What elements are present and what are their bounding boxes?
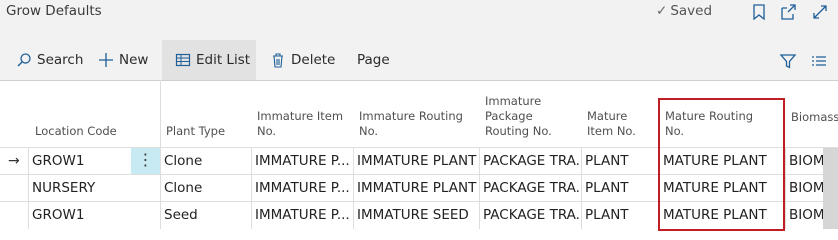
- search-button[interactable]: Search: [16, 40, 83, 80]
- plus-icon: [99, 53, 113, 67]
- save-status: ✓ Saved: [656, 3, 712, 19]
- column-header-immature-package-routing-no[interactable]: Immature Package Routing No.: [485, 80, 552, 146]
- column-header-mature-item-no[interactable]: Mature Item No.: [587, 80, 636, 146]
- column-header-immature-routing-line2: No.: [359, 124, 379, 138]
- cell-biomass[interactable]: BIOM: [789, 175, 823, 201]
- cell-plant-type[interactable]: Clone: [164, 148, 249, 174]
- search-button-label: Search: [37, 52, 84, 68]
- column-header-plant-type[interactable]: Plant Type: [166, 80, 225, 146]
- cell-biomass[interactable]: BIOM: [789, 202, 823, 228]
- column-divider: [785, 148, 786, 229]
- page-title: Grow Defaults: [6, 3, 102, 19]
- cell-biomass[interactable]: BIOM: [789, 148, 823, 174]
- column-header-immature-routing-line1: Immature Routing: [359, 109, 463, 123]
- cell-immature-package-routing-no[interactable]: PACKAGE TRA...: [483, 148, 580, 174]
- cell-location-code[interactable]: GROW1: [32, 202, 128, 228]
- expand-icon[interactable]: [810, 2, 830, 22]
- edit-list-button[interactable]: Edit List: [162, 40, 256, 80]
- cell-location-code[interactable]: GROW1: [32, 148, 128, 174]
- cell-immature-package-routing-no[interactable]: PACKAGE TRA...: [483, 202, 580, 228]
- cell-location-code[interactable]: NURSERY: [32, 175, 128, 201]
- row-selected-arrow-icon: →: [8, 153, 20, 169]
- list-view-icon[interactable]: [810, 52, 828, 70]
- column-divider: [251, 148, 252, 229]
- cell-mature-item-no[interactable]: PLANT: [585, 148, 658, 174]
- search-icon: [17, 53, 31, 67]
- column-header-immature-pkg-line3: Routing No.: [485, 124, 552, 138]
- page-menu-button[interactable]: Page: [357, 40, 390, 80]
- column-header-immature-routing-no[interactable]: Immature Routing No.: [359, 80, 463, 146]
- column-header-immature-item-no[interactable]: Immature Item No.: [257, 80, 343, 146]
- cell-mature-item-no[interactable]: PLANT: [585, 175, 658, 201]
- filter-icon[interactable]: [779, 52, 797, 70]
- column-header-immature-pkg-line2: Package: [485, 109, 533, 123]
- column-header-location-code-label: Location Code: [35, 124, 117, 138]
- trash-icon: [273, 53, 283, 68]
- column-divider: [581, 148, 582, 229]
- cell-immature-item-no[interactable]: IMMATURE P...: [255, 148, 352, 174]
- cell-immature-routing-no[interactable]: IMMATURE PLANT: [357, 175, 478, 201]
- cell-immature-item-no[interactable]: IMMATURE P...: [255, 202, 352, 228]
- column-divider: [28, 148, 29, 229]
- open-new-window-icon[interactable]: [778, 2, 798, 22]
- title-bar: Grow Defaults ✓ Saved: [0, 0, 838, 40]
- cell-immature-package-routing-no[interactable]: PACKAGE TRA...: [483, 175, 580, 201]
- edit-list-button-label: Edit List: [196, 52, 251, 68]
- check-icon: ✓: [656, 3, 668, 19]
- column-header-immature-item-line2: No.: [257, 124, 277, 138]
- new-button-label: New: [119, 52, 149, 68]
- grow-defaults-grid: Location Code Plant Type Immature Item N…: [0, 80, 838, 231]
- mature-routing-highlight-box: [658, 98, 785, 231]
- action-bar: Search New Edit List Delete Page: [0, 40, 838, 81]
- page-menu-label: Page: [357, 52, 390, 68]
- column-header-mature-item-line2: Item No.: [587, 124, 636, 138]
- cell-immature-routing-no[interactable]: IMMATURE SEED: [357, 202, 478, 228]
- vertical-scrollbar[interactable]: [823, 148, 838, 229]
- column-divider: [160, 80, 161, 229]
- cell-immature-routing-no[interactable]: IMMATURE PLANT: [357, 148, 478, 174]
- column-header-immature-item-line1: Immature Item: [257, 109, 344, 123]
- cell-plant-type[interactable]: Seed: [164, 202, 249, 228]
- save-status-label: Saved: [670, 3, 713, 19]
- column-header-plant-type-label: Plant Type: [166, 124, 226, 138]
- column-header-mature-item-line1: Mature: [587, 109, 628, 123]
- column-header-location-code[interactable]: Location Code: [35, 80, 117, 146]
- cell-immature-item-no[interactable]: IMMATURE P...: [255, 175, 352, 201]
- delete-button[interactable]: Delete: [270, 40, 335, 80]
- delete-button-label: Delete: [291, 52, 336, 68]
- new-button[interactable]: New: [98, 40, 148, 80]
- column-divider: [479, 148, 480, 229]
- cell-plant-type[interactable]: Clone: [164, 175, 249, 201]
- column-header-biomass-label: Biomass: [791, 110, 838, 124]
- column-header-immature-pkg-line1: Immature: [485, 94, 542, 108]
- row-actions-menu-icon[interactable]: ⋮: [131, 148, 160, 174]
- cell-mature-item-no[interactable]: PLANT: [585, 202, 658, 228]
- bookmark-icon[interactable]: [749, 2, 769, 22]
- edit-list-icon: [175, 53, 191, 67]
- column-divider: [353, 148, 354, 229]
- column-header-biomass[interactable]: Biomass: [791, 80, 838, 146]
